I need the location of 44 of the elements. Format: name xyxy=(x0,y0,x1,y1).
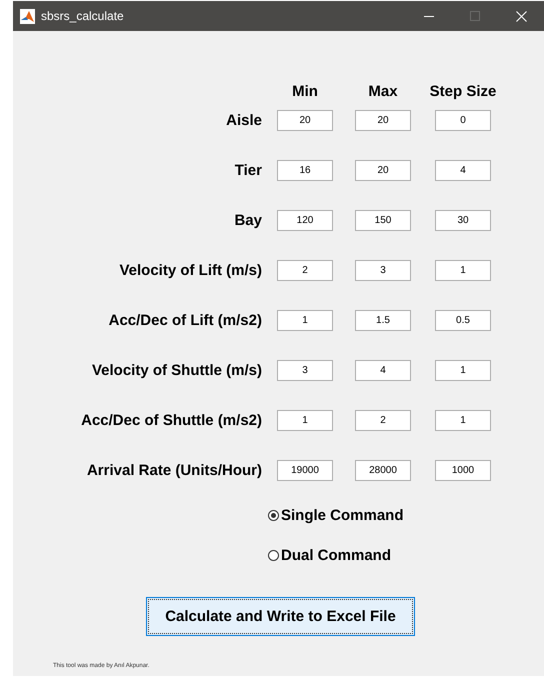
input-field[interactable]: 3 xyxy=(355,260,411,281)
input-field[interactable]: 20 xyxy=(355,160,411,181)
radio-option[interactable]: Dual Command xyxy=(268,545,392,565)
input-field[interactable]: 4 xyxy=(355,360,411,381)
radio-button[interactable] xyxy=(268,550,279,560)
parameter-label: Acc/Dec of Shuttle (m/s2) xyxy=(81,411,262,431)
input-field[interactable]: 1000 xyxy=(435,460,491,481)
app-icon xyxy=(20,8,35,24)
column-header: Min xyxy=(291,83,319,101)
input-field[interactable]: 0.5 xyxy=(435,310,491,331)
input-field[interactable]: 4 xyxy=(435,160,491,181)
input-field[interactable]: 1 xyxy=(435,410,491,431)
input-field[interactable]: 0 xyxy=(435,110,491,131)
parameter-label: Acc/Dec of Lift (m/s2) xyxy=(108,311,262,331)
parameter-label: Aisle xyxy=(226,111,262,131)
parameter-label: Bay xyxy=(234,211,262,231)
input-field[interactable]: 2 xyxy=(277,260,333,281)
input-field[interactable]: 3 xyxy=(277,360,333,381)
input-field[interactable]: 1 xyxy=(277,310,333,331)
input-field[interactable]: 30 xyxy=(435,210,491,231)
input-field[interactable]: 16 xyxy=(277,160,333,181)
column-header: Max xyxy=(367,83,399,101)
maximize-icon xyxy=(470,11,480,21)
input-field[interactable]: 28000 xyxy=(355,460,411,481)
input-field[interactable]: 1 xyxy=(435,360,491,381)
window-title: sbsrs_calculate xyxy=(41,9,125,23)
input-field[interactable]: 19000 xyxy=(277,460,333,481)
input-field[interactable]: 1 xyxy=(277,410,333,431)
parameter-label: Tier xyxy=(234,161,262,181)
input-field[interactable]: 1.5 xyxy=(355,310,411,331)
radio-option[interactable]: Single Command xyxy=(268,506,404,526)
parameter-label: Velocity of Shuttle (m/s) xyxy=(92,361,262,381)
input-field[interactable]: 2 xyxy=(355,410,411,431)
column-header: Step Size xyxy=(428,83,498,101)
parameter-label: Arrival Rate (Units/Hour) xyxy=(86,461,262,481)
calculate-button[interactable]: Calculate and Write to Excel File xyxy=(146,597,415,636)
input-field[interactable]: 20 xyxy=(277,110,333,131)
input-field[interactable]: 120 xyxy=(277,210,333,231)
input-field[interactable]: 150 xyxy=(355,210,411,231)
close-icon xyxy=(516,10,526,22)
radio-button[interactable] xyxy=(268,510,279,521)
input-field[interactable]: 20 xyxy=(355,110,411,131)
parameter-label: Velocity of Lift (m/s) xyxy=(119,261,262,281)
input-field[interactable]: 1 xyxy=(435,260,491,281)
